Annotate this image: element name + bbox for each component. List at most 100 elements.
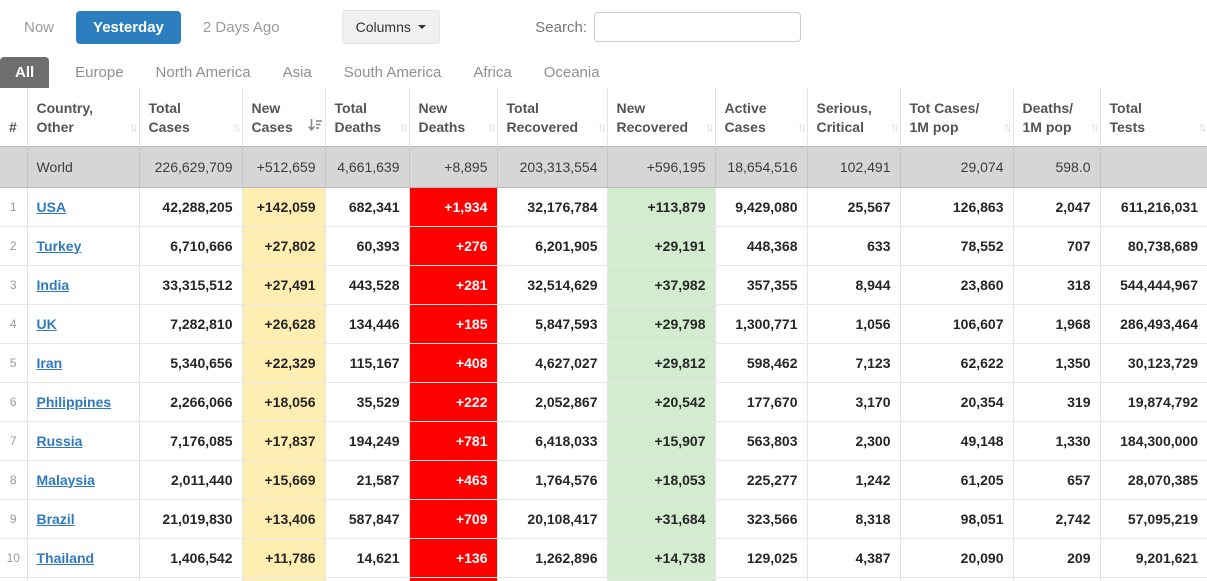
new-deaths-cell: +222 xyxy=(408,382,497,422)
country-link[interactable]: Iran xyxy=(37,355,63,371)
cases-per-1m-cell: 49,148 xyxy=(899,421,1013,461)
country-cell: USA xyxy=(26,187,139,227)
header-new-recovered-line1: New xyxy=(616,99,646,116)
rank-cell: 4 xyxy=(0,304,27,344)
header-total-deaths-line2: Deaths xyxy=(334,118,382,135)
columns-dropdown-button[interactable]: Columns xyxy=(341,10,440,44)
total-cases-cell: 7,176,085 xyxy=(138,421,242,461)
search-input[interactable] xyxy=(594,12,801,42)
country-cell: Malaysia xyxy=(26,460,139,500)
header-serious-critical[interactable]: Serious, Critical ↑↓ xyxy=(806,88,900,146)
tab-south-america[interactable]: South America xyxy=(332,57,454,88)
rank-cell: 6 xyxy=(0,382,27,422)
total-recovered-cell: 2,052,867 xyxy=(496,382,607,422)
cases-per-1m-cell: 20,090 xyxy=(899,538,1013,578)
new-recovered-cell: +18,053 xyxy=(606,460,715,500)
total-cases-cell: 6,710,666 xyxy=(138,226,242,266)
country-link[interactable]: Philippines xyxy=(37,394,112,410)
table-row: 1 USA 42,288,205 +142,059 682,341 +1,934… xyxy=(0,187,1207,227)
rank-cell: 8 xyxy=(0,460,27,500)
new-cases-cell: +17,837 xyxy=(241,421,325,461)
active-cases-cell: 225,277 xyxy=(714,460,807,500)
sort-icon: ↑↓ xyxy=(1003,120,1013,135)
header-total-recovered-line2: Recovered xyxy=(506,118,579,135)
country-link[interactable]: Brazil xyxy=(37,511,75,527)
header-cases-per-1m-line1: Tot Cases/ xyxy=(909,99,980,116)
country-link[interactable]: Russia xyxy=(37,433,83,449)
total-cases-cell xyxy=(138,577,242,581)
header-new-recovered[interactable]: New Recovered ↑↓ xyxy=(606,88,715,146)
header-total-deaths[interactable]: Total Deaths ↑↓ xyxy=(324,88,409,146)
total-deaths-cell: 14,621 xyxy=(324,538,409,578)
sort-icon: ↑↓ xyxy=(232,120,242,135)
deaths-per-1m-cell: 319 xyxy=(1012,382,1100,422)
search-group: Search: xyxy=(535,12,801,42)
world-new-recovered: +596,195 xyxy=(606,145,715,188)
total-cases-cell: 33,315,512 xyxy=(138,265,242,305)
deaths-per-1m-cell: 657 xyxy=(1012,460,1100,500)
cases-per-1m-cell: 126,863 xyxy=(899,187,1013,227)
tab-north-america[interactable]: North America xyxy=(144,57,263,88)
total-recovered-cell: 6,201,905 xyxy=(496,226,607,266)
deaths-per-1m-cell: 1,330 xyxy=(1012,421,1100,461)
active-cases-cell: 598,462 xyxy=(714,343,807,383)
new-cases-cell: +27,491 xyxy=(241,265,325,305)
two-days-ago-button[interactable]: 2 Days Ago xyxy=(193,12,290,43)
total-tests-cell xyxy=(1099,577,1207,581)
total-deaths-cell: 21,587 xyxy=(324,460,409,500)
header-active-cases[interactable]: Active Cases ↑↓ xyxy=(714,88,807,146)
sort-icon: ↑↓ xyxy=(797,120,807,135)
header-new-cases-line2: Cases xyxy=(251,118,293,135)
table-row: 10 Thailand 1,406,542 +11,786 14,621 +13… xyxy=(0,538,1207,578)
header-new-cases[interactable]: New Cases xyxy=(241,88,325,146)
header-total-recovered[interactable]: Total Recovered ↑↓ xyxy=(496,88,607,146)
header-cases-per-1m[interactable]: Tot Cases/ 1M pop ↑↓ xyxy=(899,88,1013,146)
country-link[interactable]: India xyxy=(37,277,70,293)
header-new-deaths[interactable]: New Deaths ↑↓ xyxy=(408,88,497,146)
header-deaths-per-1m[interactable]: Deaths/ 1M pop ↑↓ xyxy=(1012,88,1100,146)
sort-icon: ↑↓ xyxy=(597,120,607,135)
header-total-cases[interactable]: Total Cases ↑↓ xyxy=(138,88,242,146)
toolbar: Now Yesterday 2 Days Ago Columns Search: xyxy=(0,0,1207,44)
now-button[interactable]: Now xyxy=(14,12,64,43)
total-cases-cell: 2,266,066 xyxy=(138,382,242,422)
new-cases-cell: +15,669 xyxy=(241,460,325,500)
new-deaths-cell: +1,934 xyxy=(408,187,497,227)
tab-europe[interactable]: Europe xyxy=(63,57,135,88)
tab-asia[interactable]: Asia xyxy=(271,57,324,88)
country-link[interactable]: Turkey xyxy=(37,238,82,254)
country-link[interactable]: Malaysia xyxy=(37,472,95,488)
tab-oceania[interactable]: Oceania xyxy=(532,57,612,88)
table-row-clipped xyxy=(0,577,1207,581)
rank-cell: 7 xyxy=(0,421,27,461)
total-recovered-cell: 32,514,629 xyxy=(496,265,607,305)
serious-critical-cell: 3,170 xyxy=(806,382,900,422)
yesterday-button[interactable]: Yesterday xyxy=(76,10,181,44)
new-cases-cell: +26,628 xyxy=(241,304,325,344)
header-total-tests[interactable]: Total Tests ↑↓ xyxy=(1099,88,1207,146)
serious-critical-cell xyxy=(806,577,900,581)
country-cell: Thailand xyxy=(26,538,139,578)
country-link[interactable]: Thailand xyxy=(37,550,95,566)
country-cell: Brazil xyxy=(26,499,139,539)
country-link[interactable]: USA xyxy=(37,199,67,215)
total-deaths-cell: 60,393 xyxy=(324,226,409,266)
tab-all[interactable]: All xyxy=(0,57,50,88)
deaths-per-1m-cell: 1,968 xyxy=(1012,304,1100,344)
header-active-cases-line2: Cases xyxy=(724,118,766,135)
active-cases-cell: 9,429,080 xyxy=(714,187,807,227)
new-deaths-cell: +136 xyxy=(408,538,497,578)
country-link[interactable]: UK xyxy=(37,316,57,332)
header-total-deaths-line1: Total xyxy=(334,99,367,116)
cases-per-1m-cell: 98,051 xyxy=(899,499,1013,539)
country-cell: Iran xyxy=(26,343,139,383)
total-recovered-cell: 20,108,417 xyxy=(496,499,607,539)
header-country[interactable]: Country, Other ↑↓ xyxy=(26,88,139,146)
new-cases-cell xyxy=(241,577,325,581)
cases-per-1m-cell: 106,607 xyxy=(899,304,1013,344)
active-cases-cell xyxy=(714,577,807,581)
total-cases-cell: 5,340,656 xyxy=(138,343,242,383)
tab-africa[interactable]: Africa xyxy=(461,57,523,88)
sort-icon: ↑↓ xyxy=(1090,120,1100,135)
header-total-cases-line2: Cases xyxy=(148,118,190,135)
